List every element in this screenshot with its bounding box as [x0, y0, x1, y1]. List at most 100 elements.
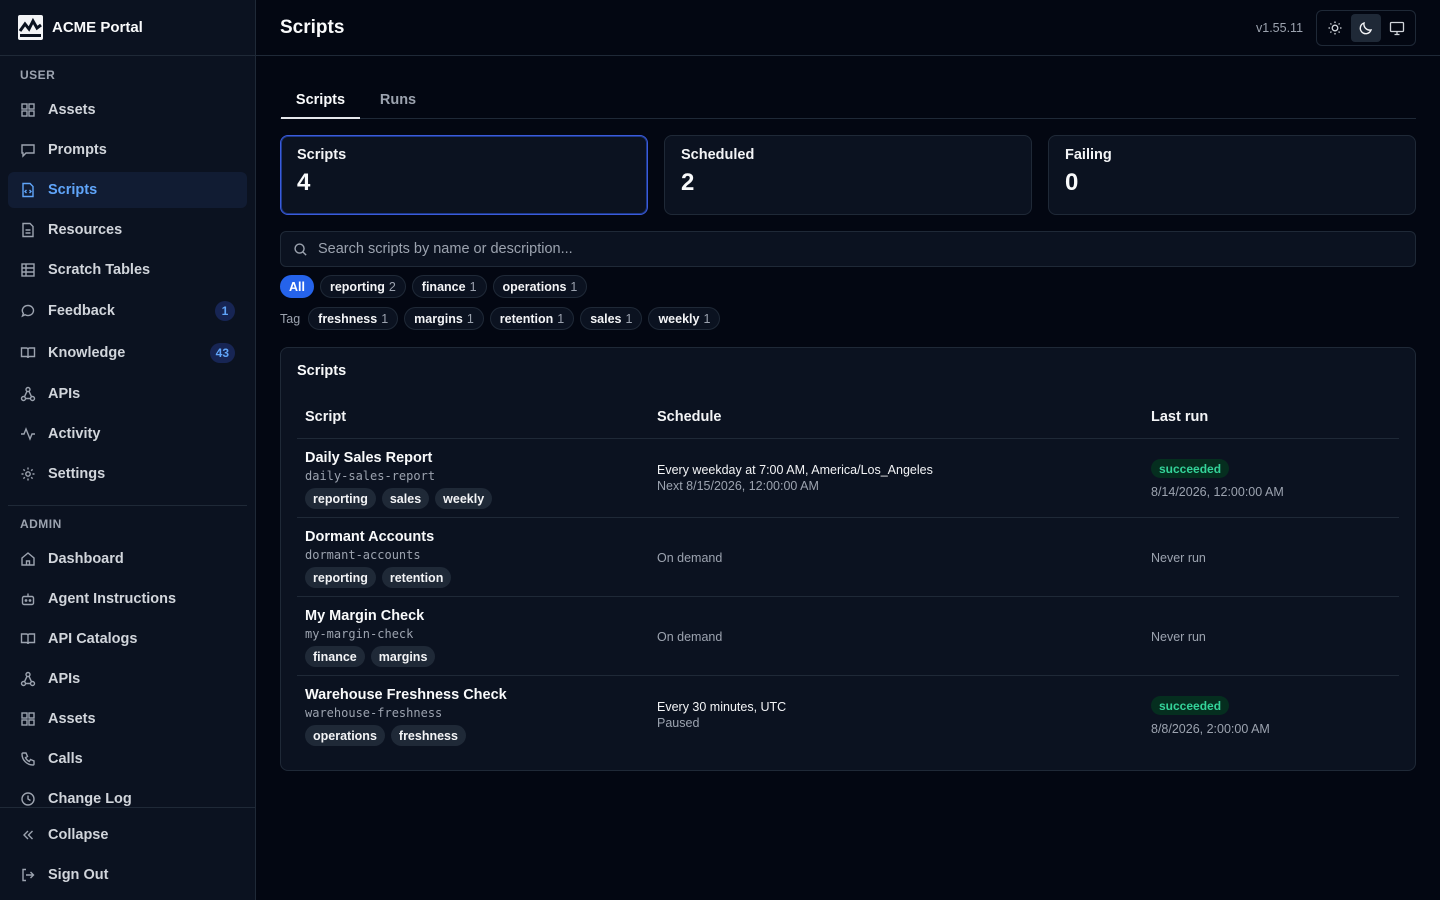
- dark-theme-button[interactable]: [1351, 14, 1381, 42]
- network-icon: [20, 671, 36, 687]
- sidebar-item-label: Prompts: [48, 142, 107, 158]
- sidebar-item-calls[interactable]: Calls: [8, 741, 247, 777]
- script-tag: retention: [381, 567, 452, 588]
- script-name[interactable]: Warehouse Freshness Check: [305, 687, 507, 703]
- sidebar-item-knowledge[interactable]: Knowledge 43: [8, 335, 247, 371]
- tag-chip-margins[interactable]: margins 1: [404, 307, 484, 330]
- stat-label: Scripts: [297, 147, 347, 163]
- chip-count: 2: [388, 279, 396, 294]
- script-tag: freshness: [390, 725, 466, 746]
- sidebar-item-scripts[interactable]: Scripts: [8, 172, 247, 208]
- table-row[interactable]: Daily Sales Report daily-sales-report re…: [297, 439, 1399, 518]
- sidebar-item-label: Feedback: [48, 303, 115, 319]
- table-row[interactable]: My Margin Check my-margin-check finance …: [297, 597, 1399, 676]
- sign-out-button[interactable]: Sign Out: [8, 857, 247, 893]
- monitor-icon: [1390, 21, 1405, 36]
- grid-icon: [20, 102, 36, 118]
- script-slug: warehouse-freshness: [305, 706, 443, 720]
- clock-icon: [20, 791, 36, 807]
- page-title: Scripts: [280, 16, 345, 38]
- collapse-label: Collapse: [48, 827, 109, 843]
- script-name[interactable]: Dormant Accounts: [305, 529, 434, 545]
- chip-count: 1: [381, 311, 389, 326]
- sidebar-item-api-catalogs[interactable]: API Catalogs: [8, 621, 247, 657]
- script-tags: reporting retention: [305, 567, 452, 588]
- top-header: Scripts v1.55.11: [256, 0, 1440, 56]
- sidebar-item-label: Resources: [48, 222, 123, 238]
- filter-chip-reporting[interactable]: reporting 2: [319, 275, 406, 298]
- sidebar-item-scratch-tables[interactable]: Scratch Tables: [8, 252, 247, 288]
- tab-scripts[interactable]: Scripts: [281, 82, 360, 119]
- column-header-script: Script: [305, 409, 347, 425]
- last-run-time: 8/14/2026, 12:00:00 AM: [1151, 485, 1284, 499]
- sidebar-item-dashboard[interactable]: Dashboard: [8, 541, 247, 577]
- tag-chip-retention[interactable]: retention 1: [489, 307, 575, 330]
- book-icon: [20, 345, 36, 361]
- table-row[interactable]: Dormant Accounts dormant-accounts report…: [297, 518, 1399, 597]
- stat-card-failing[interactable]: Failing 0: [1048, 135, 1416, 215]
- pulse-icon: [20, 426, 36, 442]
- table-title: Scripts: [297, 363, 347, 379]
- sidebar-item-agent-instructions[interactable]: Agent Instructions: [8, 581, 247, 617]
- search-bar: [280, 231, 1416, 267]
- sidebar-item-label: Activity: [48, 426, 101, 442]
- sidebar-item-resources[interactable]: Resources: [8, 212, 247, 248]
- sidebar: ACME Portal USER Assets Prompts Scripts …: [0, 0, 256, 900]
- brand[interactable]: ACME Portal: [0, 0, 255, 56]
- search-input[interactable]: [318, 241, 1318, 257]
- sidebar-item-feedback[interactable]: Feedback 1: [8, 293, 247, 329]
- table-row[interactable]: Warehouse Freshness Check warehouse-fres…: [297, 676, 1399, 755]
- stat-card-scheduled[interactable]: Scheduled 2: [664, 135, 1032, 215]
- schedule-text: Every 30 minutes, UTC: [657, 700, 787, 714]
- script-name[interactable]: My Margin Check: [305, 608, 424, 624]
- message-icon: [20, 142, 36, 158]
- schedule-text: On demand: [657, 551, 723, 565]
- acme-logo-icon: [18, 15, 43, 40]
- script-file-icon: [20, 182, 36, 198]
- sidebar-item-label: Dashboard: [48, 551, 124, 567]
- system-theme-button[interactable]: [1383, 14, 1412, 42]
- collapse-button[interactable]: Collapse: [8, 817, 247, 853]
- filter-chip-operations[interactable]: operations 1: [492, 275, 588, 298]
- chip-count: 1: [466, 311, 474, 326]
- network-icon: [20, 386, 36, 402]
- home-icon: [20, 551, 36, 567]
- tag-chip-sales[interactable]: sales 1: [580, 307, 643, 330]
- theme-switcher: [1316, 10, 1416, 46]
- chip-label: weekly: [658, 311, 700, 326]
- tag-chip-freshness[interactable]: freshness 1: [308, 307, 399, 330]
- filter-chip-all[interactable]: All: [280, 275, 314, 298]
- double-chevron-left-icon: [20, 827, 36, 843]
- tag-chip-weekly[interactable]: weekly 1: [648, 307, 721, 330]
- sidebar-item-assets[interactable]: Assets: [8, 92, 247, 128]
- sidebar-item-admin-apis[interactable]: APIs: [8, 661, 247, 697]
- tab-runs[interactable]: Runs: [370, 82, 426, 118]
- sidebar-item-label: Scripts: [48, 182, 98, 198]
- chip-count: 1: [570, 279, 578, 294]
- sidebar-item-activity[interactable]: Activity: [8, 416, 247, 452]
- admin-section-title: ADMIN: [20, 517, 62, 531]
- script-name[interactable]: Daily Sales Report: [305, 450, 432, 466]
- sidebar-item-label: APIs: [48, 671, 81, 687]
- moon-icon: [1359, 21, 1373, 35]
- sidebar-divider: [8, 505, 247, 506]
- sidebar-item-label: Knowledge: [48, 345, 126, 361]
- stat-card-scripts[interactable]: Scripts 4: [280, 135, 648, 215]
- sidebar-item-prompts[interactable]: Prompts: [8, 132, 247, 168]
- sidebar-item-admin-assets[interactable]: Assets: [8, 701, 247, 737]
- scripts-table-card: Scripts Script Schedule Last run Daily S…: [280, 347, 1416, 771]
- chip-label: operations: [502, 279, 567, 294]
- bot-icon: [20, 591, 36, 607]
- sidebar-item-settings[interactable]: Settings: [8, 456, 247, 492]
- tag-filter-label: Tag: [280, 311, 301, 326]
- column-header-schedule: Schedule: [657, 409, 722, 425]
- script-tag: margins: [370, 646, 436, 667]
- chip-label: freshness: [318, 311, 378, 326]
- stat-value: 0: [1065, 169, 1079, 196]
- light-theme-button[interactable]: [1320, 14, 1349, 42]
- tag-filter-row: Tag freshness 1 margins 1 retention 1 sales…: [280, 307, 721, 330]
- sidebar-item-apis[interactable]: APIs: [8, 376, 247, 412]
- file-icon: [20, 222, 36, 238]
- grid-icon: [20, 711, 36, 727]
- filter-chip-finance[interactable]: finance 1: [411, 275, 487, 298]
